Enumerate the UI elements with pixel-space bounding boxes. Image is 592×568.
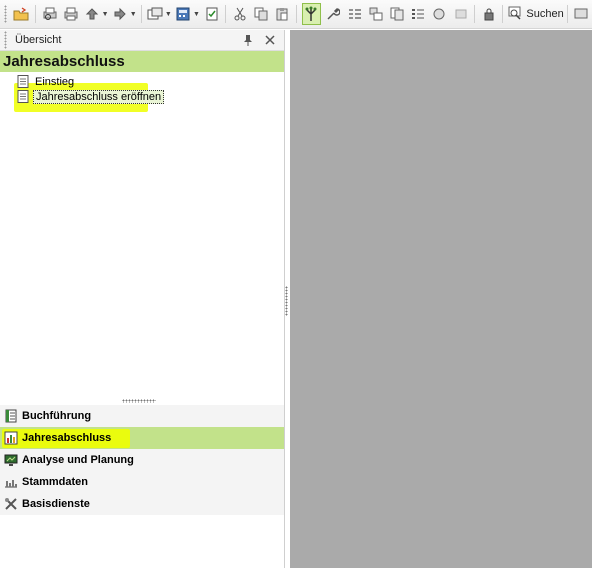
monitor-icon[interactable] [573,5,590,23]
document-copy-icon[interactable] [388,5,405,23]
tree-item-label: Einstieg [35,75,75,88]
nav-item-label: Stammdaten [22,476,89,488]
chevron-down-icon[interactable]: ▼ [102,11,109,18]
document-icon [17,75,29,88]
nav-item-basisdienste[interactable]: Basisdienste [0,493,284,515]
print-preview-icon[interactable] [41,5,58,23]
vertical-splitter[interactable] [285,286,288,316]
annual-report-icon [4,431,18,445]
nav-item-stammdaten[interactable]: Stammdaten [0,471,284,493]
nav-item-label: Buchführung [22,410,92,422]
lock-icon[interactable] [480,5,497,23]
navigation-list: Buchführung Jahresabschluss Analyse und … [0,405,284,515]
toolbar-separator [295,5,297,23]
wrench-icon[interactable] [325,5,342,23]
arrow-up-icon[interactable] [83,5,100,23]
panel-grip[interactable] [4,31,7,49]
folder-open-icon[interactable] [13,5,30,23]
nav-item-label: Jahresabschluss [22,432,112,444]
cut-icon[interactable] [231,5,248,23]
box-icon[interactable] [452,5,469,23]
arrow-right-icon[interactable] [112,5,129,23]
panel-header: Übersicht [0,30,284,51]
tree-item-label: Jahresabschluss eröffnen [33,89,165,104]
copy-icon[interactable] [252,5,269,23]
windows-icon[interactable] [367,5,384,23]
main-toolbar: ▼ ▼ ▼ ▼ Suchen [0,0,592,29]
toolbar-separator [474,5,476,23]
search-label: Suchen [526,8,564,20]
tree-icon[interactable] [301,3,321,25]
tree-list: Einstieg Jahresabschluss eröffnen [0,72,284,104]
toolbar-separator [502,5,504,23]
calculator-icon[interactable] [175,5,192,23]
nav-item-buchfuehrung[interactable]: Buchführung [0,405,284,427]
pin-icon[interactable] [240,33,256,47]
tree-item-jahresabschluss-eroeffnen[interactable]: Jahresabschluss eröffnen [0,89,284,104]
master-data-icon [4,475,18,489]
paste-icon[interactable] [274,5,291,23]
panel-splitter[interactable] [122,399,156,403]
workspace-area [290,30,592,568]
toolbar-separator [225,5,227,23]
export-icon[interactable] [147,5,164,23]
document-icon [17,90,29,103]
checklist-icon[interactable] [203,5,220,23]
circle-icon[interactable] [431,5,448,23]
toolbar-grip[interactable] [4,5,7,23]
section-title: Jahresabschluss [0,51,284,72]
print-icon[interactable] [62,5,79,23]
toolbar-separator [140,5,142,23]
indent-list-icon[interactable] [346,5,363,23]
close-icon[interactable] [262,33,278,47]
tools-icon [4,497,18,511]
chevron-down-icon[interactable]: ▼ [193,11,200,18]
ledger-icon [4,409,18,423]
nav-item-label: Analyse und Planung [22,454,134,466]
toolbar-separator [566,5,568,23]
nav-item-jahresabschluss[interactable]: Jahresabschluss [0,427,284,449]
nav-item-analyse-und-planung[interactable]: Analyse und Planung [0,449,284,471]
panel-title: Übersicht [15,34,62,46]
chevron-down-icon[interactable]: ▼ [165,11,172,18]
list-icon[interactable] [410,5,427,23]
toolbar-separator [35,5,37,23]
monitor-chart-icon [4,453,18,467]
search-button[interactable]: Suchen [508,6,564,23]
search-icon [508,6,522,23]
tree-item-einstieg[interactable]: Einstieg [0,74,284,89]
chevron-down-icon[interactable]: ▼ [130,11,137,18]
nav-item-label: Basisdienste [22,498,90,510]
